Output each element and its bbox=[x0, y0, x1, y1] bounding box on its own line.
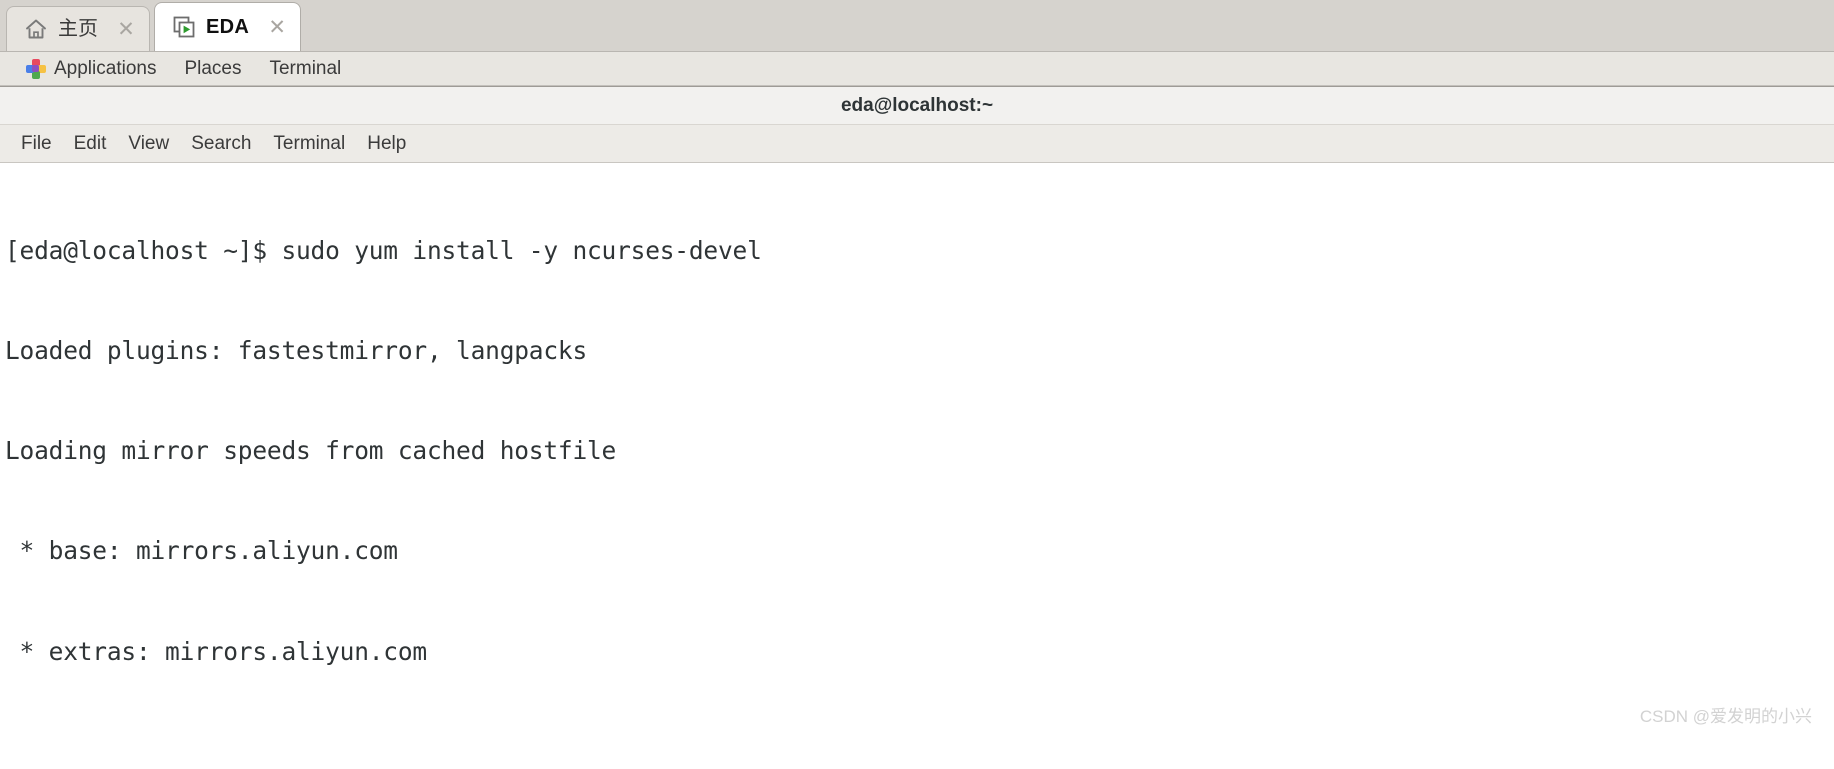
tab-home-label: 主页 bbox=[58, 18, 98, 40]
terminal-line: * extras: mirrors.aliyun.com bbox=[5, 636, 428, 666]
terminal-text: [eda@localhost ~]$ sudo yum install -y n… bbox=[2, 167, 1834, 736]
panel-item-applications[interactable]: Applications bbox=[12, 52, 170, 86]
panel-item-places[interactable]: Places bbox=[170, 52, 255, 86]
menu-view[interactable]: View bbox=[117, 129, 180, 159]
terminal-output-area[interactable]: [eda@localhost ~]$ sudo yum install -y n… bbox=[0, 163, 1834, 736]
terminal-line: * updates: mirrors.aliyun.com bbox=[5, 735, 1834, 736]
screen-root: 主页 ✕ EDA ✕ Applications Places Terminal … bbox=[0, 0, 1834, 769]
menu-terminal[interactable]: Terminal bbox=[262, 129, 356, 159]
tab-home-close-icon[interactable]: ✕ bbox=[115, 18, 137, 40]
menu-help[interactable]: Help bbox=[356, 129, 417, 159]
tabstrip: 主页 ✕ EDA ✕ bbox=[0, 0, 1834, 52]
terminal-line: [eda@localhost ~]$ sudo yum install -y n… bbox=[5, 235, 762, 265]
applications-grid-icon bbox=[26, 58, 46, 79]
panel-item-terminal[interactable]: Terminal bbox=[255, 52, 355, 86]
menu-file[interactable]: File bbox=[10, 129, 63, 159]
panel-item-applications-label: Applications bbox=[54, 57, 157, 79]
terminal-window: eda@localhost:~ File Edit View Search Te… bbox=[0, 86, 1834, 736]
terminal-menubar: File Edit View Search Terminal Help bbox=[0, 125, 1834, 163]
tab-eda-label: EDA bbox=[206, 16, 250, 38]
tab-eda-close-icon[interactable]: ✕ bbox=[266, 16, 288, 38]
tab-home[interactable]: 主页 ✕ bbox=[6, 6, 150, 51]
terminal-window-title: eda@localhost:~ bbox=[840, 94, 994, 116]
terminal-line: Loaded plugins: fastestmirror, langpacks bbox=[5, 336, 588, 366]
panel-item-places-label: Places bbox=[184, 57, 242, 79]
vm-run-icon bbox=[171, 14, 197, 40]
panel-item-terminal-label: Terminal bbox=[269, 57, 342, 79]
terminal-line: * base: mirrors.aliyun.com bbox=[5, 536, 399, 566]
terminal-line: Loading mirror speeds from cached hostfi… bbox=[5, 436, 617, 466]
menu-edit[interactable]: Edit bbox=[63, 129, 118, 159]
watermark: CSDN @爱发明的小兴 bbox=[1639, 707, 1812, 726]
gnome-top-panel: Applications Places Terminal bbox=[0, 52, 1834, 86]
home-icon bbox=[23, 16, 49, 42]
tab-eda[interactable]: EDA ✕ bbox=[154, 2, 302, 51]
terminal-titlebar[interactable]: eda@localhost:~ bbox=[0, 87, 1834, 125]
menu-search[interactable]: Search bbox=[180, 129, 262, 159]
